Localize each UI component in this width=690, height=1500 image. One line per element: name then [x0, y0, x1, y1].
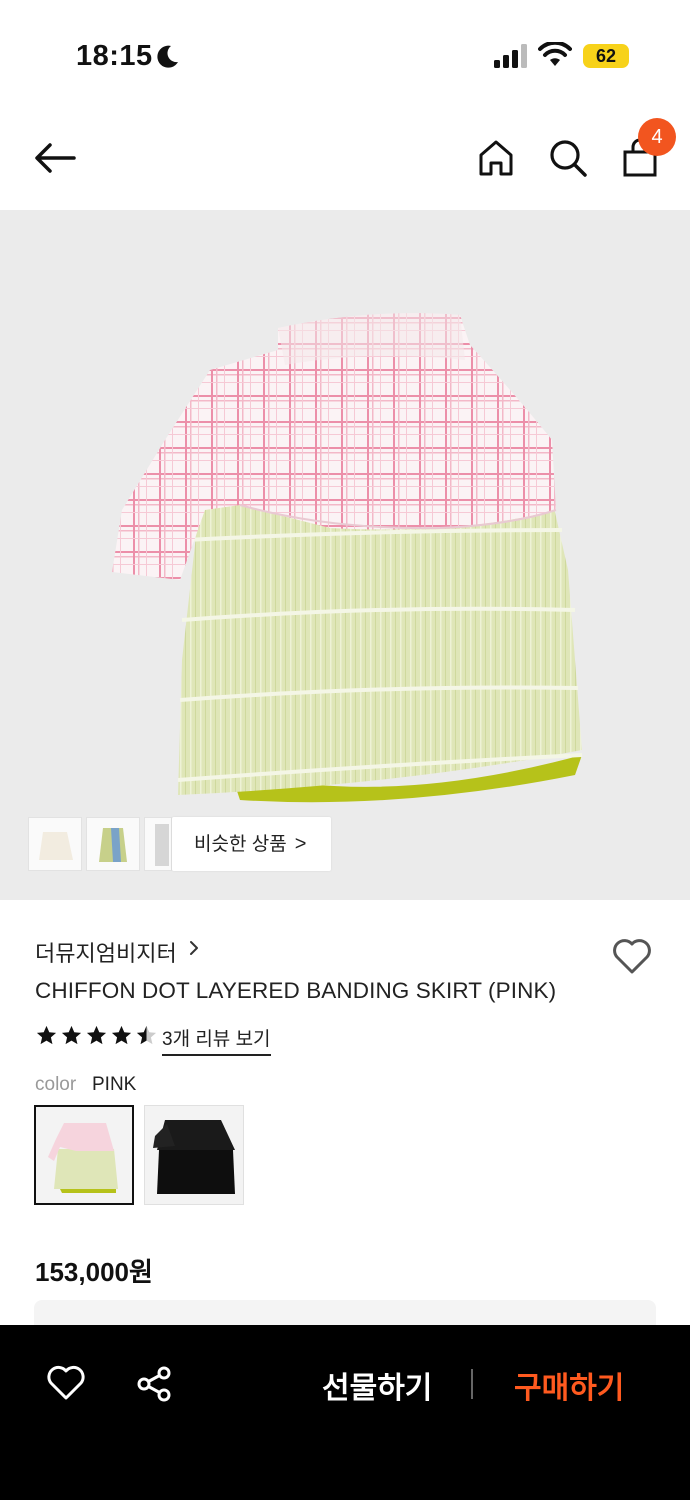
similar-products-button[interactable]: 비슷한 상품 > — [172, 817, 331, 871]
share-icon[interactable] — [135, 1365, 173, 1403]
search-icon[interactable] — [546, 136, 590, 180]
cellular-signal-icon — [494, 44, 527, 68]
wishlist-heart-icon[interactable] — [610, 934, 654, 976]
buy-button[interactable]: 구매하기 — [514, 1363, 624, 1407]
gift-button[interactable]: 선물하기 — [322, 1363, 432, 1407]
star-rating — [35, 1024, 158, 1050]
review-link[interactable]: 3개 리뷰 보기 — [162, 1024, 271, 1056]
gallery-thumbnail[interactable] — [144, 817, 172, 871]
back-arrow-icon[interactable] — [30, 138, 80, 178]
color-label: color — [35, 1074, 77, 1095]
star-icon — [36, 1025, 57, 1045]
home-icon[interactable] — [474, 136, 518, 180]
divider — [471, 1369, 473, 1399]
bottom-action-bar: 선물하기 구매하기 — [0, 1325, 690, 1500]
color-option-image — [36, 1107, 132, 1203]
brand-link[interactable]: 더뮤지엄비지터 — [35, 936, 177, 968]
moon-icon — [157, 45, 178, 68]
half-star-icon — [136, 1025, 157, 1045]
product-image[interactable] — [0, 210, 690, 900]
thumbnail-image — [99, 828, 127, 862]
color-value: PINK — [92, 1074, 137, 1095]
wishlist-heart-icon[interactable] — [46, 1365, 86, 1401]
similar-products-label: 비슷한 상품 — [194, 834, 287, 855]
product-price: 153,000원 — [35, 1257, 153, 1287]
color-option-pink[interactable] — [34, 1105, 134, 1205]
color-option-image — [145, 1106, 243, 1204]
status-time: 18:15 — [76, 40, 153, 72]
star-icon — [61, 1025, 82, 1045]
product-title: CHIFFON DOT LAYERED BANDING SKIRT (PINK) — [35, 978, 557, 1003]
thumbnail-image — [39, 832, 73, 860]
status-bar: 18:15 62 — [0, 0, 690, 110]
thumbnail-image — [155, 824, 169, 866]
cart-count-badge: 4 — [638, 118, 676, 156]
battery-indicator: 62 — [583, 44, 629, 68]
top-navigation — [0, 110, 690, 210]
gallery-thumbnail[interactable] — [86, 817, 140, 871]
star-icon — [111, 1025, 132, 1045]
wifi-icon — [538, 42, 572, 66]
chevron-right-icon[interactable] — [188, 938, 200, 958]
star-icon — [86, 1025, 107, 1045]
gallery-thumbnail[interactable] — [28, 817, 82, 871]
product-photo — [112, 313, 583, 803]
chevron-right-icon: > — [294, 833, 307, 855]
color-option-black[interactable] — [144, 1105, 244, 1205]
